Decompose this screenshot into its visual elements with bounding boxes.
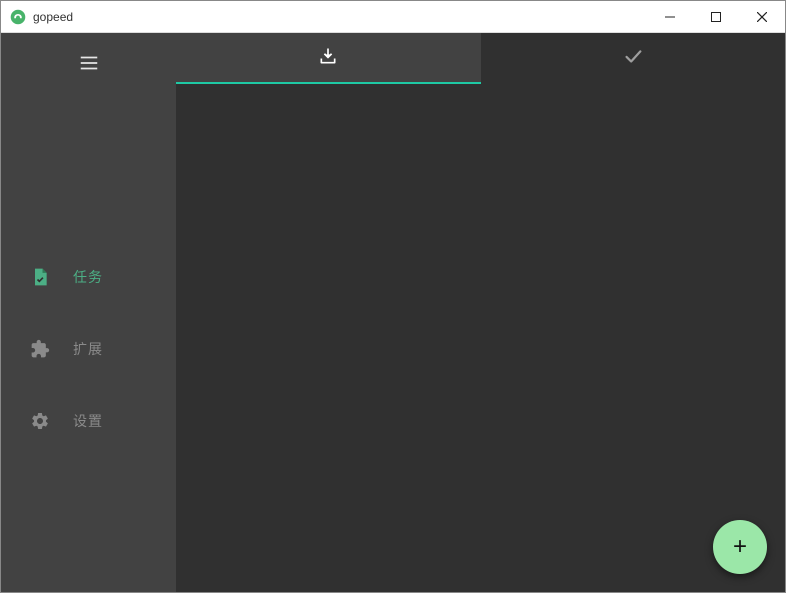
sidebar-item-label: 任务 [73,267,103,287]
tab-completed[interactable] [481,33,786,83]
tabs [176,33,785,83]
plus-icon: + [733,535,747,559]
menu-toggle-button[interactable] [69,43,109,83]
maximize-button[interactable] [693,1,739,33]
gear-icon [29,410,51,432]
sidebar-item-label: 设置 [73,411,103,431]
close-button[interactable] [739,1,785,33]
sidebar-item-extensions[interactable]: 扩展 [1,313,176,385]
add-task-button[interactable]: + [713,520,767,574]
task-list-empty [176,83,785,592]
app-logo-icon [9,8,27,26]
sidebar-item-label: 扩展 [73,339,103,359]
window-title: gopeed [33,10,73,24]
tab-downloading[interactable] [176,33,481,83]
titlebar: gopeed [1,1,785,33]
sidebar-item-settings[interactable]: 设置 [1,385,176,457]
extensions-icon [29,338,51,360]
sidebar-item-tasks[interactable]: 任务 [1,241,176,313]
download-icon [318,46,338,71]
minimize-button[interactable] [647,1,693,33]
tasks-icon [29,266,51,288]
main-panel: + [176,33,785,592]
check-icon [622,45,644,72]
app-body: 任务 扩展 设置 [1,33,785,592]
sidebar: 任务 扩展 设置 [1,33,176,592]
